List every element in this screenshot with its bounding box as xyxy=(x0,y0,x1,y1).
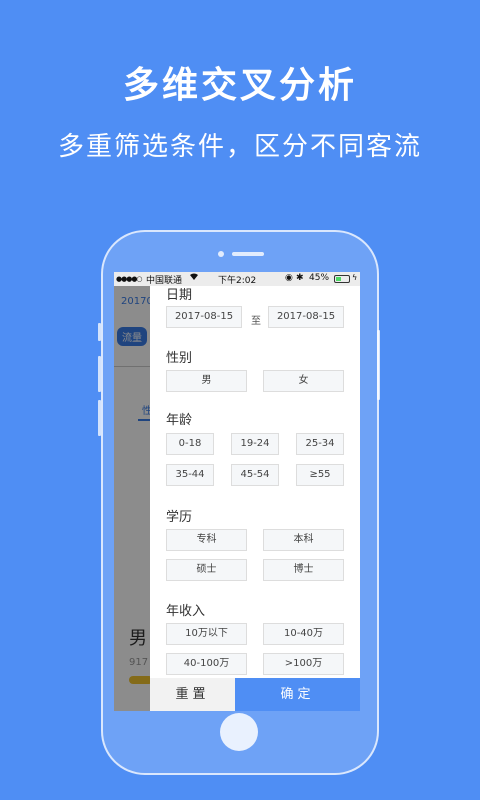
phone-screen: 20170 流量 性 男 917 日期 2017-08-15 至 2017-08… xyxy=(114,272,360,711)
age-label: 年龄 xyxy=(166,413,193,428)
carrier-name: 中国联通 xyxy=(146,276,183,286)
education-label: 学历 xyxy=(166,510,193,525)
end-date-field[interactable]: 2017-08-15 xyxy=(268,306,344,328)
age-option[interactable]: 19-24 xyxy=(231,433,279,455)
battery-icon xyxy=(334,275,350,283)
reset-button[interactable]: 重置 xyxy=(150,678,235,711)
hero-subtitle: 多重筛选条件，区分不同客流 xyxy=(57,132,422,162)
camera-dot xyxy=(218,251,224,257)
age-option[interactable]: 45-54 xyxy=(231,464,279,486)
age-option[interactable]: 0-18 xyxy=(166,433,214,455)
income-option[interactable]: 10万以下 xyxy=(166,623,247,645)
education-option[interactable]: 专科 xyxy=(166,529,247,551)
rotation-lock-icon: ◉ xyxy=(285,273,293,283)
volume-up-button xyxy=(98,356,101,392)
income-label: 年收入 xyxy=(166,604,206,619)
gender-option-male[interactable]: 男 xyxy=(166,370,247,392)
income-option[interactable]: 10-40万 xyxy=(263,623,344,645)
status-bar: ●●●●○ 中国联通 下午2:02 ◉ ✱ 45% ϟ xyxy=(114,272,360,286)
mute-switch xyxy=(98,323,101,341)
home-button xyxy=(220,713,258,751)
education-option[interactable]: 博士 xyxy=(263,559,344,581)
confirm-button[interactable]: 确定 xyxy=(235,678,360,711)
age-option[interactable]: ≥55 xyxy=(296,464,344,486)
income-option[interactable]: >100万 xyxy=(263,653,344,675)
battery-percent: 45% xyxy=(309,273,330,283)
gender-option-female[interactable]: 女 xyxy=(263,370,344,392)
wifi-icon xyxy=(189,272,199,284)
date-label: 日期 xyxy=(166,288,193,303)
volume-down-button xyxy=(98,400,101,436)
income-option[interactable]: 40-100万 xyxy=(166,653,247,675)
age-option[interactable]: 25-34 xyxy=(296,433,344,455)
age-option[interactable]: 35-44 xyxy=(166,464,214,486)
bluetooth-icon: ✱ xyxy=(296,273,304,283)
gender-label: 性别 xyxy=(166,351,193,366)
panel-footer: 重置 确定 xyxy=(150,678,360,711)
hero-title: 多维交叉分析 xyxy=(122,65,357,106)
power-button xyxy=(377,330,380,400)
phone-speaker xyxy=(232,252,264,256)
status-time: 下午2:02 xyxy=(218,276,257,286)
start-date-field[interactable]: 2017-08-15 xyxy=(166,306,242,328)
education-option[interactable]: 本科 xyxy=(263,529,344,551)
education-option[interactable]: 硕士 xyxy=(166,559,247,581)
charging-icon: ϟ xyxy=(352,273,358,282)
signal-strength: ●●●●○ xyxy=(116,275,143,283)
date-separator: 至 xyxy=(251,316,261,327)
filter-panel: 日期 2017-08-15 至 2017-08-15 性别 男 女 年龄 0-1… xyxy=(150,272,360,711)
